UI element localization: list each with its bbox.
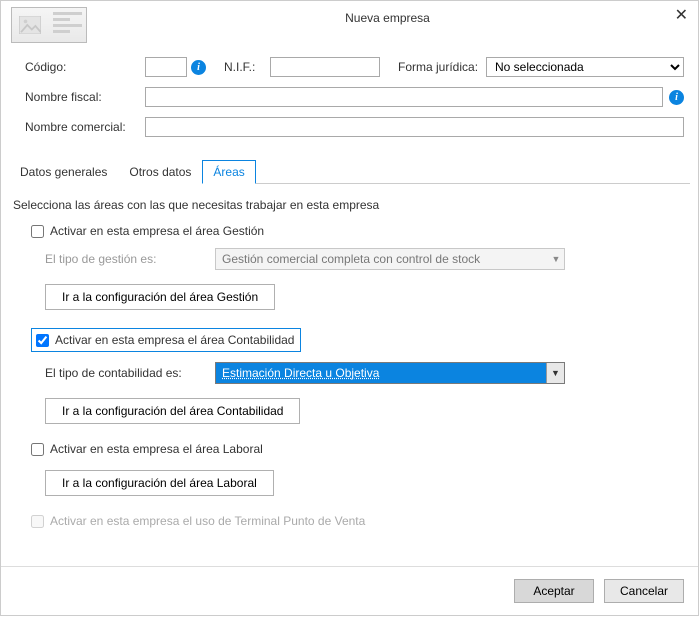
- tab-areas[interactable]: Áreas: [202, 160, 255, 184]
- section-tpv: Activar en esta empresa el uso de Termin…: [31, 514, 690, 528]
- contabilidad-tipo-label: El tipo de contabilidad es:: [45, 366, 215, 380]
- tab-datos-generales[interactable]: Datos generales: [9, 160, 118, 184]
- contabilidad-tipo-value: Estimación Directa u Objetiva: [222, 366, 546, 380]
- laboral-config-button[interactable]: Ir a la configuración del área Laboral: [45, 470, 274, 496]
- tpv-checkbox: [31, 515, 44, 528]
- info-icon[interactable]: i: [191, 60, 206, 75]
- tab-bar: Datos generales Otros datos Áreas: [9, 159, 690, 184]
- nombre-fiscal-label: Nombre fiscal:: [25, 90, 145, 104]
- nombre-comercial-input[interactable]: [145, 117, 684, 137]
- contabilidad-config-button[interactable]: Ir a la configuración del área Contabili…: [45, 398, 300, 424]
- contabilidad-checkbox-label: Activar en esta empresa el área Contabil…: [55, 333, 294, 347]
- gestion-tipo-label: El tipo de gestión es:: [45, 252, 215, 266]
- gestion-checkbox[interactable]: [31, 225, 44, 238]
- new-company-dialog: Nueva empresa ✕ Código: i N.I.F.: Forma …: [0, 0, 699, 616]
- section-laboral: Activar en esta empresa el área Laboral …: [31, 442, 690, 496]
- tab-areas-content: Selecciona las áreas con las que necesit…: [1, 184, 698, 566]
- gestion-tipo-select: Gestión comercial completa con control d…: [215, 248, 565, 270]
- info-icon[interactable]: i: [669, 90, 684, 105]
- section-contabilidad: Activar en esta empresa el área Contabil…: [31, 328, 690, 424]
- dialog-footer: Aceptar Cancelar: [1, 566, 698, 615]
- codigo-label: Código:: [25, 60, 145, 74]
- nombre-fiscal-input[interactable]: [145, 87, 663, 107]
- gestion-checkbox-label: Activar en esta empresa el área Gestión: [50, 224, 264, 238]
- contabilidad-checkbox[interactable]: [36, 334, 49, 347]
- nif-input[interactable]: [270, 57, 380, 77]
- image-placeholder-icon: [19, 16, 41, 34]
- nombre-comercial-label: Nombre comercial:: [25, 120, 145, 134]
- areas-intro-text: Selecciona las áreas con las que necesit…: [13, 198, 690, 212]
- tab-otros-datos[interactable]: Otros datos: [118, 160, 202, 184]
- chevron-down-icon[interactable]: ▼: [546, 363, 564, 383]
- laboral-checkbox-label: Activar en esta empresa el área Laboral: [50, 442, 263, 456]
- gestion-config-button[interactable]: Ir a la configuración del área Gestión: [45, 284, 275, 310]
- cancel-button[interactable]: Cancelar: [604, 579, 684, 603]
- laboral-checkbox[interactable]: [31, 443, 44, 456]
- accept-button[interactable]: Aceptar: [514, 579, 594, 603]
- contabilidad-tipo-select[interactable]: Estimación Directa u Objetiva ▼: [215, 362, 565, 384]
- codigo-input[interactable]: [145, 57, 187, 77]
- forma-juridica-label: Forma jurídica:: [398, 60, 486, 74]
- section-gestion: Activar en esta empresa el área Gestión …: [31, 224, 690, 310]
- thumbnail-placeholder-icon: [11, 7, 87, 43]
- chevron-down-icon: ▼: [548, 254, 564, 264]
- gestion-tipo-value: Gestión comercial completa con control d…: [222, 252, 480, 266]
- forma-juridica-select[interactable]: No seleccionada: [486, 57, 684, 77]
- header-form: Código: i N.I.F.: Forma jurídica: No sel…: [1, 43, 698, 155]
- close-icon[interactable]: ✕: [675, 5, 688, 25]
- dialog-header: Nueva empresa ✕: [1, 1, 698, 43]
- dialog-title: Nueva empresa: [87, 7, 688, 25]
- tpv-checkbox-label: Activar en esta empresa el uso de Termin…: [50, 514, 365, 528]
- nif-label: N.I.F.:: [224, 60, 270, 74]
